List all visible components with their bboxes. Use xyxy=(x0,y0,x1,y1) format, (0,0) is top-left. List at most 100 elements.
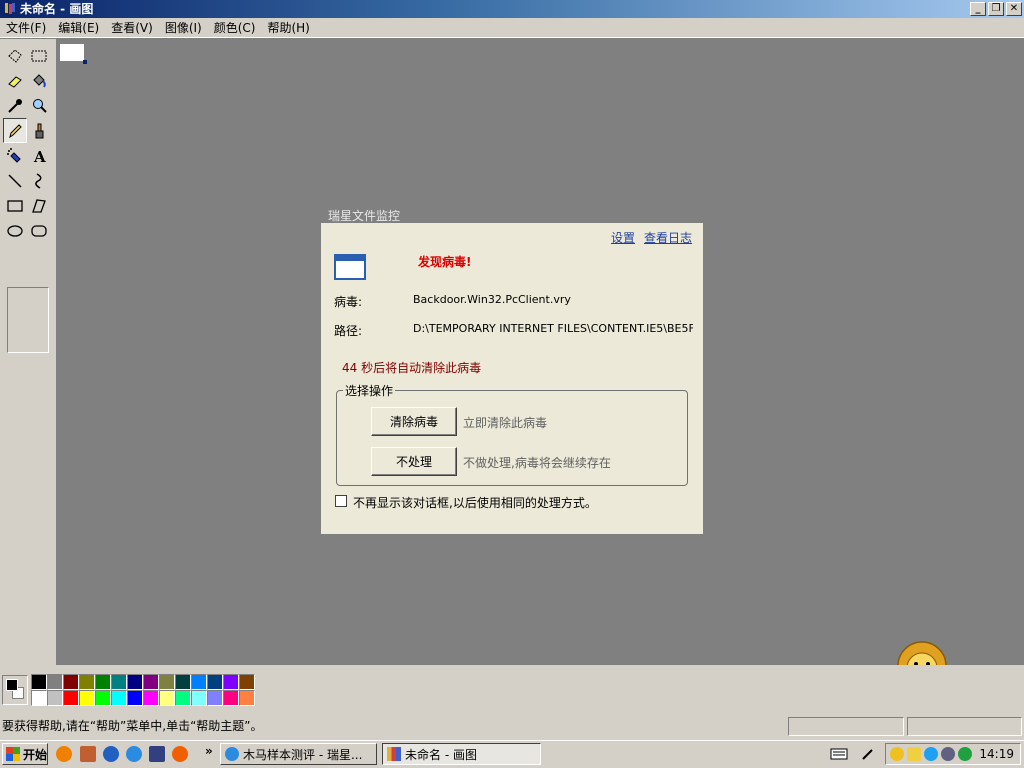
color-swatch[interactable] xyxy=(111,674,127,690)
text-icon[interactable]: A xyxy=(27,143,51,168)
color-swatch[interactable] xyxy=(191,690,207,706)
keyboard-icon[interactable] xyxy=(830,747,848,761)
color-swatch[interactable] xyxy=(159,690,175,706)
windows-logo-icon xyxy=(6,747,20,761)
menu-view[interactable]: 查看(V) xyxy=(105,19,159,37)
ie-icon[interactable] xyxy=(126,746,142,762)
menu-bar: 文件(F) 编辑(E) 查看(V) 图像(I) 颜色(C) 帮助(H) xyxy=(0,18,1024,38)
free-select-icon[interactable] xyxy=(3,43,27,68)
taskbar-item-paint[interactable]: 未命名 - 画图 xyxy=(382,743,541,765)
tool-options-box[interactable] xyxy=(7,287,49,353)
action-group-label: 选择操作 xyxy=(343,382,396,399)
color-swatch[interactable] xyxy=(127,674,143,690)
status-cell-position xyxy=(788,717,904,736)
clock[interactable]: 14:19 xyxy=(979,747,1014,761)
app-launcher-icon[interactable] xyxy=(80,746,96,762)
clean-virus-description: 立即清除此病毒 xyxy=(463,416,548,430)
canvas-resize-handle[interactable] xyxy=(83,60,87,64)
view-log-link[interactable]: 查看日志 xyxy=(644,229,692,246)
menu-file[interactable]: 文件(F) xyxy=(0,19,52,37)
title-bar[interactable]: 未命名 - 画图 _ ❐ ✕ xyxy=(0,0,1024,18)
color-swatch[interactable] xyxy=(143,674,159,690)
menu-colors[interactable]: 颜色(C) xyxy=(208,19,262,37)
restore-button[interactable]: ❐ xyxy=(988,2,1004,16)
polygon-icon[interactable] xyxy=(27,193,51,218)
color-swatch[interactable] xyxy=(223,674,239,690)
firefox-icon[interactable] xyxy=(56,746,72,762)
pen-icon[interactable] xyxy=(860,746,876,762)
color-swatch[interactable] xyxy=(159,674,175,690)
virus-found-heading: 发现病毒! xyxy=(418,255,472,269)
color-swatch[interactable] xyxy=(239,674,255,690)
color-swatch[interactable] xyxy=(31,690,47,706)
menu-edit[interactable]: 编辑(E) xyxy=(52,19,105,37)
color-swatch[interactable] xyxy=(223,690,239,706)
window-icon xyxy=(334,254,366,280)
color-swatch[interactable] xyxy=(95,674,111,690)
color-swatch[interactable] xyxy=(175,690,191,706)
network-icon[interactable] xyxy=(924,747,938,761)
clean-virus-button[interactable]: 清除病毒 xyxy=(371,407,457,436)
ellipse-icon[interactable] xyxy=(3,218,27,243)
dont-show-checkbox[interactable] xyxy=(335,495,347,507)
color-swatch[interactable] xyxy=(79,690,95,706)
menu-help[interactable]: 帮助(H) xyxy=(261,19,315,37)
qq-icon[interactable] xyxy=(890,747,904,761)
ignore-button[interactable]: 不处理 xyxy=(371,447,457,476)
magnifier-icon[interactable] xyxy=(27,93,51,118)
color-swatch[interactable] xyxy=(95,690,111,706)
messenger-icon[interactable] xyxy=(907,747,921,761)
minimize-button[interactable]: _ xyxy=(970,2,986,16)
media-icon[interactable] xyxy=(149,746,165,762)
fill-bucket-icon[interactable] xyxy=(27,68,51,93)
color-swatch[interactable] xyxy=(111,690,127,706)
file-path: D:\TEMPORARY INTERNET FILES\CONTENT.IE5\… xyxy=(413,322,693,335)
paint-app-icon xyxy=(5,3,15,14)
airbrush-icon[interactable] xyxy=(3,143,27,168)
rectangle-icon[interactable] xyxy=(3,193,27,218)
start-button[interactable]: 开始 xyxy=(2,743,48,765)
curve-icon[interactable] xyxy=(27,168,51,193)
speaker-icon[interactable] xyxy=(941,747,955,761)
brush-icon[interactable] xyxy=(27,118,51,143)
color-swatch[interactable] xyxy=(47,690,63,706)
umbrella-icon[interactable] xyxy=(958,747,972,761)
drawing-canvas[interactable] xyxy=(60,44,84,61)
taskbar-item-rising-review[interactable]: 木马样本测评 - 瑞星... xyxy=(220,743,377,765)
line-icon[interactable] xyxy=(3,168,27,193)
toolbox: A xyxy=(0,39,57,665)
globe-icon[interactable] xyxy=(103,746,119,762)
start-label: 开始 xyxy=(23,747,48,762)
taskbar: 开始 » 木马样本测评 - 瑞星... 未命名 - 画图 14:19 xyxy=(0,740,1024,768)
player-icon[interactable] xyxy=(172,746,188,762)
status-cell-size xyxy=(907,717,1022,736)
settings-link[interactable]: 设置 xyxy=(611,229,635,246)
color-swatch[interactable] xyxy=(207,674,223,690)
color-swatch[interactable] xyxy=(191,674,207,690)
status-help-text: 要获得帮助,请在“帮助”菜单中,单击“帮助主题”。 xyxy=(2,719,263,733)
quicklaunch-more[interactable]: » xyxy=(205,744,213,758)
color-picker-icon[interactable] xyxy=(3,93,27,118)
rect-select-icon[interactable] xyxy=(27,43,51,68)
color-swatch[interactable] xyxy=(31,674,47,690)
status-bar: 要获得帮助,请在“帮助”菜单中,单击“帮助主题”。 xyxy=(0,713,1024,740)
color-swatch[interactable] xyxy=(175,674,191,690)
rounded-rect-icon[interactable] xyxy=(27,218,51,243)
taskbar-item-label: 木马样本测评 - 瑞星... xyxy=(243,747,363,762)
color-palette xyxy=(0,665,1024,713)
ie-icon xyxy=(225,747,239,761)
close-button[interactable]: ✕ xyxy=(1006,2,1022,16)
dont-show-label[interactable]: 不再显示该对话框,以后使用相同的处理方式。 xyxy=(353,494,597,511)
color-swatch[interactable] xyxy=(207,690,223,706)
menu-image[interactable]: 图像(I) xyxy=(159,19,208,37)
color-swatch[interactable] xyxy=(127,690,143,706)
color-swatch[interactable] xyxy=(63,690,79,706)
color-swatch[interactable] xyxy=(47,674,63,690)
virus-name: Backdoor.Win32.PcClient.vry xyxy=(413,293,571,306)
eraser-icon[interactable] xyxy=(3,68,27,93)
pencil-icon[interactable] xyxy=(3,118,27,143)
color-swatch[interactable] xyxy=(79,674,95,690)
color-swatch[interactable] xyxy=(63,674,79,690)
color-swatch[interactable] xyxy=(239,690,255,706)
color-swatch[interactable] xyxy=(143,690,159,706)
